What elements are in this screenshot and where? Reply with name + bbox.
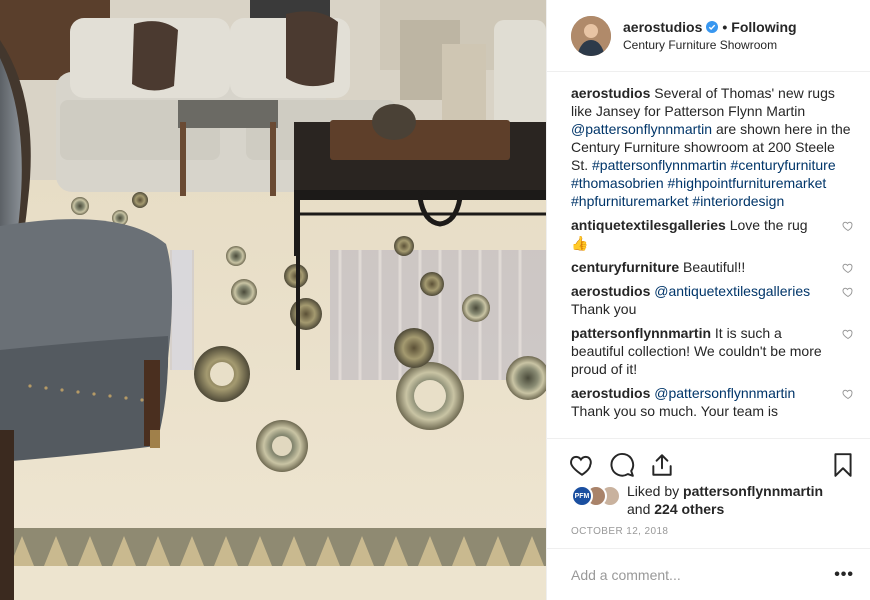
post-details-panel: aerostudios • Following Century Furnitur… bbox=[546, 0, 870, 600]
add-comment-bar: ••• bbox=[547, 548, 870, 600]
instagram-post: aerostudios • Following Century Furnitur… bbox=[0, 0, 870, 600]
hashtag-link[interactable]: #centuryfurniture bbox=[731, 157, 836, 173]
post-caption: aerostudios Several of Thomas' new rugs … bbox=[571, 84, 854, 210]
liker-avatar-pfm: PFM bbox=[571, 485, 593, 507]
comment-username[interactable]: pattersonflynnmartin bbox=[571, 325, 711, 341]
bookmark-icon[interactable] bbox=[830, 452, 856, 478]
avatar-photo-icon bbox=[571, 15, 611, 56]
comment-text: Thank you bbox=[571, 301, 637, 317]
comment-item: antiquetextilesgalleries Love the rug 👍 bbox=[571, 216, 854, 252]
comment-mention[interactable]: @pattersonflynnmartin bbox=[654, 385, 795, 401]
comment-text: Thank you so much. Your team is bbox=[571, 403, 778, 419]
comment-username[interactable]: aerostudios bbox=[571, 283, 650, 299]
action-bar bbox=[547, 438, 870, 482]
comment-text: Beautiful!! bbox=[679, 259, 746, 275]
more-icon[interactable]: ••• bbox=[834, 566, 854, 584]
comment-like-heart-icon[interactable] bbox=[842, 262, 854, 274]
author-username[interactable]: aerostudios bbox=[623, 18, 702, 36]
comment-like-heart-icon[interactable] bbox=[842, 220, 854, 232]
comment-item: aerostudios @pattersonflynnmartin Thank … bbox=[571, 384, 854, 420]
post-photo[interactable] bbox=[0, 0, 546, 600]
header-separator: • bbox=[722, 18, 728, 35]
header-line: aerostudios • Following bbox=[623, 18, 797, 36]
likes-middle: and bbox=[627, 501, 655, 517]
location-link[interactable]: Century Furniture Showroom bbox=[623, 36, 797, 54]
author-avatar[interactable] bbox=[571, 15, 611, 56]
caption-mention[interactable]: @pattersonflynnmartin bbox=[571, 121, 712, 137]
liker-username[interactable]: pattersonflynnmartin bbox=[683, 483, 823, 499]
hashtag-link[interactable]: #interiordesign bbox=[692, 193, 784, 209]
likes-text: Liked by pattersonflynnmartin and 224 ot… bbox=[627, 482, 823, 518]
comment-like-heart-icon[interactable] bbox=[842, 286, 854, 298]
caption-username[interactable]: aerostudios bbox=[571, 85, 650, 101]
hashtag-link[interactable]: #thomasobrien bbox=[571, 175, 664, 191]
hashtag-link[interactable]: #hpfurnituremarket bbox=[571, 193, 689, 209]
likes-summary: PFM Liked by pattersonflynnmartin and 22… bbox=[571, 482, 854, 518]
showroom-rug-photo bbox=[0, 0, 546, 600]
comment-mention[interactable]: @antiquetextilesgalleries bbox=[654, 283, 810, 299]
verified-badge-icon bbox=[706, 20, 719, 33]
likes-prefix: Liked by bbox=[627, 483, 684, 499]
post-date[interactable]: OCTOBER 12, 2018 bbox=[571, 526, 668, 537]
comment-like-heart-icon[interactable] bbox=[842, 328, 854, 340]
comment-item: aerostudios @antiquetextilesgalleries Th… bbox=[571, 282, 854, 318]
comments-list[interactable]: aerostudios Several of Thomas' new rugs … bbox=[547, 72, 870, 438]
hashtag-link[interactable]: #highpointfurnituremarket bbox=[668, 175, 827, 191]
comment-item: pattersonflynnmartin It is such a beauti… bbox=[571, 324, 854, 378]
add-comment-input[interactable] bbox=[571, 566, 835, 583]
comment-item: centuryfurniture Beautiful!! bbox=[571, 258, 854, 276]
likes-count[interactable]: 224 others bbox=[654, 501, 724, 517]
header-text: aerostudios • Following Century Furnitur… bbox=[623, 18, 797, 54]
post-header: aerostudios • Following Century Furnitur… bbox=[547, 0, 870, 72]
comment-username[interactable]: centuryfurniture bbox=[571, 259, 679, 275]
comment-icon[interactable] bbox=[609, 452, 635, 478]
following-button[interactable]: Following bbox=[731, 18, 796, 36]
heart-icon[interactable] bbox=[569, 452, 595, 478]
comment-like-heart-icon[interactable] bbox=[842, 388, 854, 400]
comment-username[interactable]: antiquetextilesgalleries bbox=[571, 217, 726, 233]
share-icon[interactable] bbox=[649, 452, 675, 478]
liker-avatars[interactable]: PFM bbox=[571, 485, 623, 507]
comment-username[interactable]: aerostudios bbox=[571, 385, 650, 401]
hashtag-link[interactable]: #pattersonflynnmartin bbox=[592, 157, 727, 173]
